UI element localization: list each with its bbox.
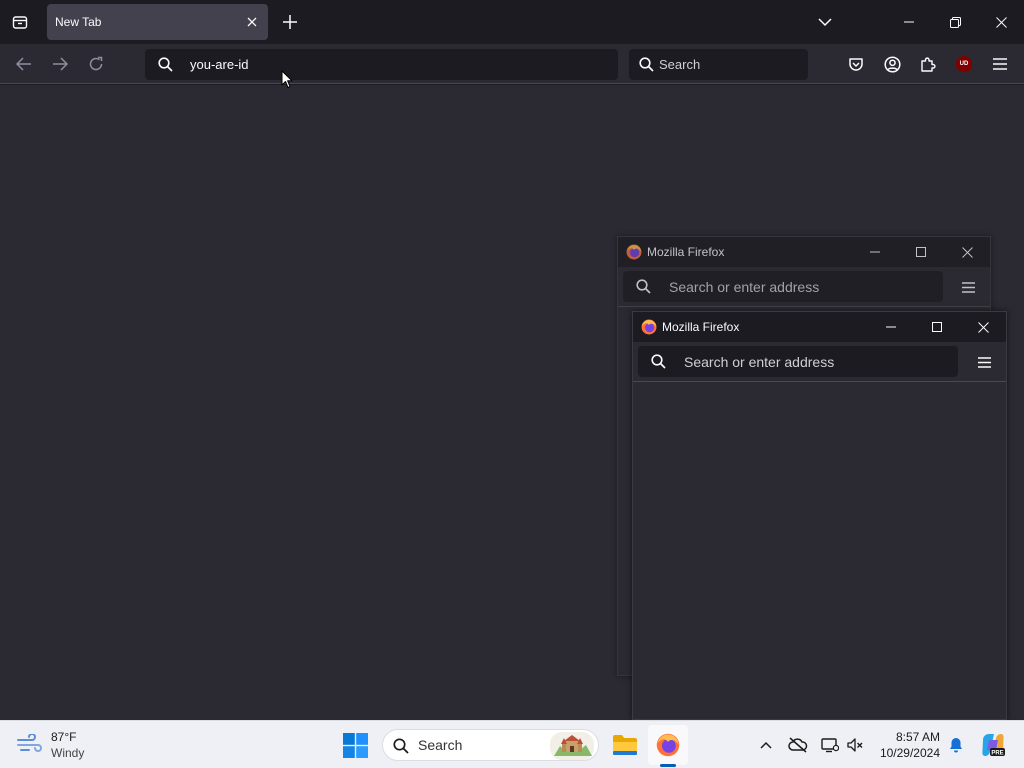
- window-toolbar: [633, 342, 1006, 382]
- search-icon: [636, 279, 651, 294]
- address-bar[interactable]: [623, 271, 943, 302]
- maximize-button[interactable]: [914, 312, 960, 342]
- maximize-button[interactable]: [898, 237, 944, 267]
- minimize-button[interactable]: [886, 0, 932, 44]
- new-tab-plus-icon[interactable]: [279, 11, 301, 33]
- ublock-origin-icon[interactable]: UD: [952, 52, 976, 76]
- minimize-button[interactable]: [852, 237, 898, 267]
- window-title: Mozilla Firefox: [662, 320, 740, 334]
- forward-arrow-icon[interactable]: [48, 52, 72, 76]
- notification-bell-icon[interactable]: [946, 735, 966, 755]
- firefox-logo-icon: [626, 244, 642, 260]
- copilot-icon[interactable]: PRE: [980, 732, 1006, 758]
- firefox-view-icon[interactable]: [8, 10, 32, 34]
- onedrive-offline-icon[interactable]: [788, 735, 808, 755]
- taskbar-search-input[interactable]: [418, 730, 538, 760]
- show-hidden-icons-chevron-icon[interactable]: [756, 735, 776, 755]
- close-window-button[interactable]: [960, 312, 1006, 342]
- window-titlebar: Mozilla Firefox: [618, 237, 990, 267]
- mouse-pointer-icon: [281, 70, 293, 89]
- restore-button[interactable]: [932, 0, 978, 44]
- back-arrow-icon[interactable]: [12, 52, 36, 76]
- address-bar[interactable]: [638, 346, 958, 377]
- search-icon: [393, 738, 409, 754]
- search-bar[interactable]: [629, 49, 808, 80]
- tab-new-tab[interactable]: New Tab: [47, 4, 268, 40]
- url-input[interactable]: [190, 49, 590, 80]
- search-icon: [651, 354, 666, 369]
- window-titlebar: Mozilla Firefox: [633, 312, 1006, 342]
- taskbar-search-box[interactable]: [382, 729, 599, 761]
- close-window-button[interactable]: [944, 237, 990, 267]
- tab-title: New Tab: [55, 15, 102, 29]
- volume-muted-icon[interactable]: [845, 735, 865, 755]
- active-app-indicator: [660, 764, 676, 767]
- ublock-badge: UD: [956, 56, 972, 72]
- firefox-taskbar-icon[interactable]: [648, 725, 688, 765]
- search-highlight-castle-icon: [550, 732, 594, 760]
- hamburger-menu-icon[interactable]: [956, 276, 980, 298]
- weather-temperature[interactable]: 87°F: [51, 730, 76, 744]
- copilot-badge: PRE: [991, 751, 1003, 757]
- search-icon: [158, 57, 173, 72]
- weather-condition[interactable]: Windy: [51, 746, 84, 760]
- firefox-logo-icon: [641, 319, 657, 335]
- list-all-tabs-chevron-icon[interactable]: [814, 11, 836, 33]
- navigation-toolbar: UD: [0, 44, 1024, 84]
- windows-taskbar: 87°F Windy 8:57 AM 10/29/2024 PRE: [0, 720, 1024, 768]
- search-icon: [639, 57, 654, 72]
- firefox-window-foreground[interactable]: Mozilla Firefox: [632, 311, 1007, 720]
- minimize-button[interactable]: [868, 312, 914, 342]
- clock-date[interactable]: 10/29/2024: [880, 746, 940, 760]
- pocket-icon[interactable]: [844, 52, 868, 76]
- account-icon[interactable]: [880, 52, 904, 76]
- windows-start-icon[interactable]: [343, 733, 368, 758]
- window-title: Mozilla Firefox: [647, 245, 725, 259]
- address-input[interactable]: [684, 346, 944, 377]
- wind-weather-icon[interactable]: [16, 734, 42, 754]
- tab-close-icon[interactable]: [244, 14, 260, 30]
- file-explorer-icon[interactable]: [605, 725, 645, 765]
- window-toolbar: [618, 267, 990, 307]
- hamburger-menu-icon[interactable]: [988, 52, 1012, 76]
- close-window-button[interactable]: [978, 0, 1024, 44]
- address-input[interactable]: [669, 271, 929, 302]
- reload-icon[interactable]: [84, 52, 108, 76]
- extensions-puzzle-icon[interactable]: [916, 52, 940, 76]
- url-bar[interactable]: [145, 49, 618, 80]
- browser-titlebar: New Tab: [0, 0, 1024, 44]
- search-input[interactable]: [659, 49, 799, 80]
- hamburger-menu-icon[interactable]: [972, 351, 996, 373]
- network-display-icon[interactable]: [820, 735, 840, 755]
- clock-time[interactable]: 8:57 AM: [896, 730, 940, 744]
